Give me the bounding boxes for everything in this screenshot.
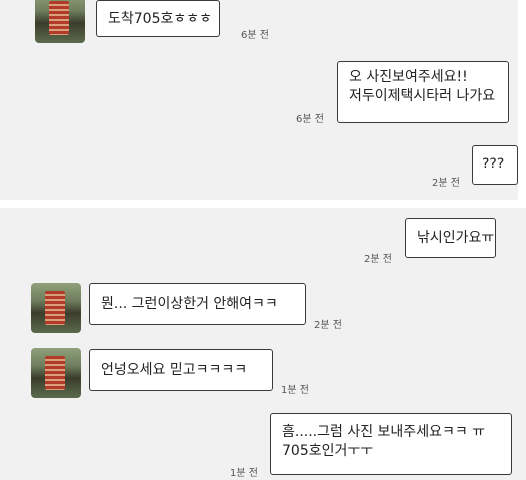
message-time: 1분 전 [281,385,309,396]
message-text: ??? [482,156,505,172]
avatar-image [49,1,69,35]
avatar-image [45,356,65,390]
message-time: 2분 전 [364,254,392,265]
message-time: 2분 전 [432,178,460,189]
message-bubble-sent: ??? [472,145,518,185]
message-text: 705호인거ㅜㅜ [282,443,374,459]
avatar-image [45,291,65,325]
message-bubble-sent: 흠.....그럼 사진 보내주세요ㅋㅋ ㅠ 705호인거ㅜㅜ [270,413,512,475]
avatar[interactable] [31,348,81,398]
message-bubble-received: 뭔... 그런이상한거 안해여ㅋㅋ [89,283,306,325]
chat-panel-bottom: 낚시인가요ㅠ 2분 전 뭔... 그런이상한거 안해여ㅋㅋ 2분 전 언넝오세요… [0,208,526,480]
message-time: 1분 전 [230,468,258,479]
avatar[interactable] [35,0,85,43]
message-text: 뭔... 그런이상한거 안해여ㅋㅋ [101,296,278,312]
message-text: 오 사진보여주세요!! [349,69,468,85]
message-bubble-received: 도착705호ㅎㅎㅎ [96,0,220,37]
avatar[interactable] [31,283,81,333]
message-text: 언넝오세요 믿고ㅋㅋㅋㅋ [101,362,248,378]
message-text: 저두이제택시타러 나가요 [349,88,496,104]
message-bubble-sent: 오 사진보여주세요!! 저두이제택시타러 나가요 [337,61,509,123]
message-text: 낚시인가요ㅠ [417,230,495,246]
message-time: 6분 전 [296,114,324,125]
message-text: 흠.....그럼 사진 보내주세요ㅋㅋ ㅠ [282,424,486,440]
chat-panel-top: 도착705호ㅎㅎㅎ 6분 전 오 사진보여주세요!! 저두이제택시타러 나가요 … [0,0,518,200]
message-time: 2분 전 [314,320,342,331]
message-bubble-sent: 낚시인가요ㅠ [405,218,496,258]
message-bubble-received: 언넝오세요 믿고ㅋㅋㅋㅋ [89,349,273,391]
message-text: 도착705호ㅎㅎㅎ [108,11,213,27]
message-time: 6분 전 [241,30,269,41]
